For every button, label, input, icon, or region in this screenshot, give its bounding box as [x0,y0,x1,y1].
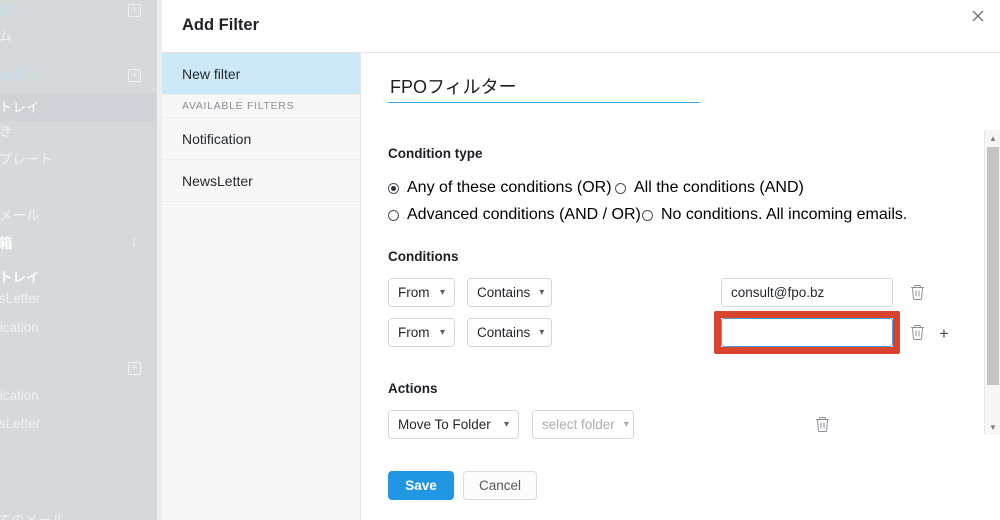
scroll-down-arrow-icon[interactable]: ▼ [985,419,1000,435]
chevron-down-icon: ▾ [439,326,445,338]
cancel-button[interactable]: Cancel [463,471,537,500]
radio-button-icon [388,209,399,221]
action-type-value: Move To Folder [398,417,491,432]
background-sidebar-item: 受信トレイ [0,93,157,122]
condition-operator-value: Contains [477,285,531,300]
chevron-down-icon: ▾ [623,418,629,430]
background-sidebar-item: Notification [0,320,39,335]
condition-field-select-1[interactable]: From ▾ [388,278,455,307]
radio-label: Any of these conditions (OR) [407,179,612,196]
background-sidebar-item: 送信 [0,177,157,199]
background-sidebar-item: すべてのメール [0,510,157,520]
background-item-count: 1 [130,237,137,249]
conditions-label: Conditions [388,249,459,264]
action-target-select[interactable]: select folder ▾ [532,410,634,439]
condition-value-input-2[interactable] [721,318,893,347]
filter-form: Condition type Any of these conditions (… [362,53,1000,520]
screen: TEAMS+チームフォルダー+受信トレイ下書きテンプレート送信迷惑メールゴミ箱1… [0,0,1000,520]
background-sidebar-item: 下書き [0,124,13,139]
radio-advanced-conditions[interactable]: Advanced conditions (AND / OR) [388,206,641,224]
radio-button-icon [388,182,399,194]
background-add-icon: + [128,69,141,82]
condition-value-input-1[interactable] [721,278,893,307]
sidebar-item-new-filter[interactable]: New filter [162,53,360,95]
delete-condition-icon-2[interactable] [910,323,926,341]
delete-action-icon[interactable] [815,415,831,433]
scroll-up-arrow-icon[interactable]: ▲ [985,130,1000,146]
background-sidebar-item: 受信トレイ [0,270,40,285]
background-app-sidebar: TEAMS+チームフォルダー+受信トレイ下書きテンプレート送信迷惑メールゴミ箱1… [0,0,157,520]
close-icon[interactable] [965,3,991,29]
background-sidebar-item: チーム [0,29,13,44]
condition-field-select-2[interactable]: From ▾ [388,318,455,347]
radio-label: Advanced conditions (AND / OR) [407,206,641,223]
sidebar-section-available-filters: AVAILABLE FILTERS [162,95,360,118]
background-add-icon: + [128,362,141,375]
add-filter-dialog: Add Filter New filter AVAILABLE FILTERS … [162,0,1000,520]
condition-operator-value: Contains [477,325,531,340]
condition-operator-select-1[interactable]: Contains ▾ [467,278,552,307]
background-sidebar-item: NewsLetter [0,416,41,431]
filter-list-sidebar: New filter AVAILABLE FILTERS Notificatio… [162,53,361,520]
chevron-down-icon: ▾ [439,286,445,298]
radio-all-the-conditions[interactable]: All the conditions (AND) [615,179,804,197]
sidebar-item-newsletter[interactable]: NewsLetter [162,160,360,202]
chevron-down-icon: ▾ [539,326,545,338]
background-sidebar-item: テンプレート [0,152,53,167]
condition-field-value: From [398,285,430,300]
dialog-header: Add Filter [162,0,1000,53]
actions-label: Actions [388,381,438,396]
background-sidebar-item: 未読 [0,485,157,507]
radio-no-conditions[interactable]: No conditions. All incoming emails. [642,206,907,224]
filter-name-input[interactable] [388,75,700,103]
chevron-down-icon: ▾ [503,418,509,430]
sidebar-item-notification[interactable]: Notification [162,118,360,160]
delete-condition-icon-1[interactable] [910,283,926,301]
scrollbar-thumb[interactable] [987,147,999,385]
action-type-select[interactable]: Move To Folder ▾ [388,410,519,439]
filter-name-field [388,75,700,103]
condition-type-label: Condition type [388,146,483,161]
save-button[interactable]: Save [388,471,454,500]
add-condition-button[interactable]: + [939,325,949,342]
chevron-down-icon: ▾ [539,286,545,298]
condition-operator-select-2[interactable]: Contains ▾ [467,318,552,347]
action-target-value: select folder [542,417,615,432]
background-sidebar-item: 迷惑メール [0,208,40,223]
background-add-icon: + [128,4,141,17]
scrollbar[interactable]: ▲ ▼ [984,130,1000,435]
radio-label: All the conditions (AND) [634,179,804,196]
background-sidebar-item: Notification [0,388,39,403]
radio-label: No conditions. All incoming emails. [661,206,908,223]
condition-field-value: From [398,325,430,340]
page-title: Add Filter [182,16,259,34]
radio-button-icon [615,182,626,194]
background-sidebar-item: NewsLetter [0,291,41,306]
radio-button-icon [642,209,653,221]
radio-any-of-these-conditions[interactable]: Any of these conditions (OR) [388,179,612,197]
